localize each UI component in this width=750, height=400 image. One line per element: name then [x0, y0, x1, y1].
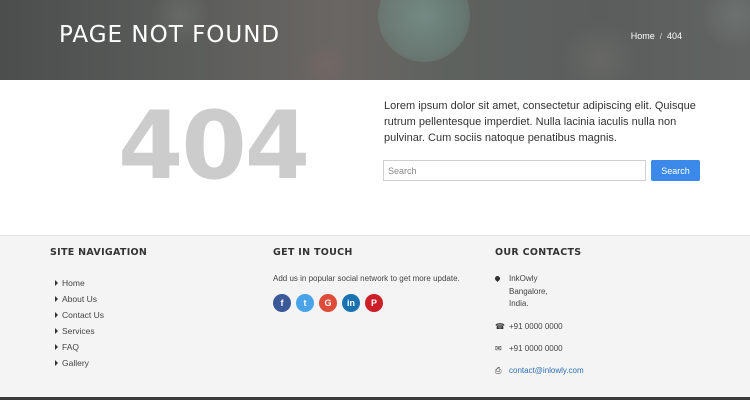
breadcrumb-separator: /: [659, 31, 662, 41]
printer-icon: ⎙: [495, 366, 502, 375]
page-title: PAGE NOT FOUND: [59, 22, 281, 48]
footer-nav-gallery[interactable]: Gallery: [55, 355, 104, 371]
caret-right-icon: [55, 312, 58, 318]
caret-right-icon: [55, 344, 58, 350]
caret-right-icon: [55, 360, 58, 366]
google-plus-icon[interactable]: G: [319, 294, 337, 312]
bokeh-decoration: [300, 40, 350, 80]
page-header-banner: PAGE NOT FOUND Home / 404: [0, 0, 750, 80]
footer-nav-contact-us[interactable]: Contact Us: [55, 307, 104, 323]
breadcrumb: Home / 404: [631, 31, 682, 41]
facebook-icon[interactable]: f: [273, 294, 291, 312]
contact-phone: ☎ +91 0000 0000: [495, 321, 563, 334]
search-input[interactable]: [383, 160, 646, 181]
phone-number: +91 0000 0000: [509, 322, 563, 331]
email-link[interactable]: contact@inlowly.com: [509, 365, 584, 378]
search-button[interactable]: Search: [651, 160, 700, 181]
phone-icon: ☎: [495, 322, 505, 331]
address-line: Bangalore,: [509, 286, 548, 296]
contact-address: InkOwly Bangalore, India.: [493, 273, 548, 311]
contact-email: ⎙ contact@inlowly.com: [495, 365, 584, 378]
fax-number: +91 0000 0000: [509, 344, 563, 353]
caret-right-icon: [55, 328, 58, 334]
map-pin-icon: [493, 273, 509, 311]
footer: SITE NAVIGATION Home About Us Contact Us…: [0, 235, 750, 400]
social-links: f t G in P: [273, 294, 383, 312]
get-in-touch-text: Add us in popular social network to get …: [273, 274, 460, 283]
twitter-icon[interactable]: t: [296, 294, 314, 312]
bokeh-decoration: [700, 0, 750, 50]
footer-nav-faq[interactable]: FAQ: [55, 339, 104, 355]
footer-nav-about-us[interactable]: About Us: [55, 291, 104, 307]
bokeh-decoration: [378, 0, 470, 62]
breadcrumb-current: 404: [666, 31, 682, 41]
linkedin-icon[interactable]: in: [342, 294, 360, 312]
our-contacts-heading: OUR CONTACTS: [495, 247, 582, 258]
contact-fax: ✉ +91 0000 0000: [495, 343, 563, 356]
pinterest-icon[interactable]: P: [365, 294, 383, 312]
address-line: India.: [509, 299, 529, 308]
intro-text: Lorem ipsum dolor sit amet, consectetur …: [384, 100, 696, 144]
get-in-touch-heading: GET IN TOUCH: [273, 247, 353, 258]
bokeh-decoration: [560, 20, 640, 80]
error-code: 404: [118, 92, 310, 201]
caret-right-icon: [55, 296, 58, 302]
footer-nav-services[interactable]: Services: [55, 323, 104, 339]
site-navigation-list: Home About Us Contact Us Services FAQ Ga…: [55, 275, 104, 371]
caret-right-icon: [55, 280, 58, 286]
breadcrumb-home-link[interactable]: Home: [631, 31, 655, 41]
footer-nav-home[interactable]: Home: [55, 275, 104, 291]
site-navigation-heading: SITE NAVIGATION: [50, 247, 148, 258]
envelope-icon: ✉: [495, 344, 502, 353]
address-line: InkOwly: [509, 274, 538, 283]
